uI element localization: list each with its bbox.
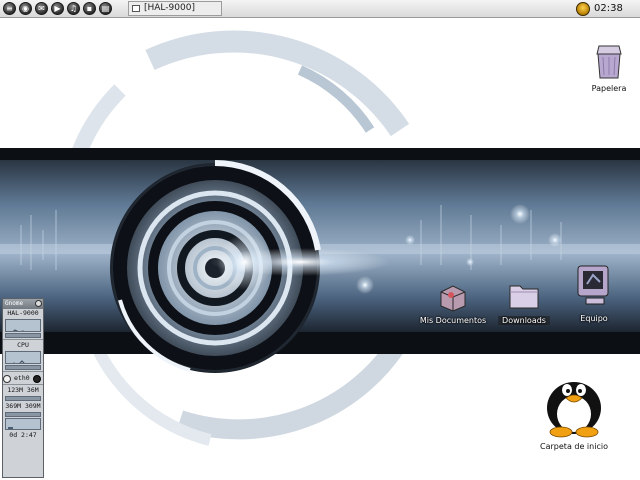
desktop-icon-downloads[interactable]: Downloads	[498, 278, 550, 325]
trash-label: Papelera	[591, 84, 627, 93]
documents-box-icon	[440, 285, 466, 312]
cpu-bar	[5, 365, 41, 370]
monitor-divider	[3, 371, 43, 372]
top-panel: ≡ ◉ ✉ ▶ ♫ ▪ ▤ [HAL-9000] 02:38	[0, 0, 640, 18]
monitor-divider	[3, 339, 43, 340]
system-monitor-widget[interactable]: Gnome HAL-9000 CPU eth0 123M 36M 369M 30…	[2, 298, 44, 478]
host-load-sparkline	[12, 329, 25, 331]
net-tx-led-icon	[33, 375, 41, 383]
terminal-icon[interactable]: ▪	[83, 2, 96, 15]
media-player-icon[interactable]: ▶	[51, 2, 64, 15]
disk-graph	[5, 418, 41, 430]
monitor-titlebar[interactable]: Gnome	[3, 299, 43, 309]
computer-icon	[577, 265, 609, 305]
host-load-bar	[5, 333, 41, 338]
uptime: 0d 2:47	[9, 431, 37, 439]
app-menu-icon[interactable]: ≡	[3, 2, 16, 15]
desktop-icon-documents[interactable]: Mis Documentos	[418, 282, 488, 325]
monitor-divider	[3, 384, 43, 385]
monitor-title: Gnome	[5, 300, 24, 307]
trash-icon	[596, 45, 622, 79]
folder-icon	[509, 285, 539, 309]
cpu-graph	[5, 351, 41, 364]
notification-tray-icon[interactable]	[576, 2, 590, 16]
documents-label: Mis Documentos	[419, 316, 487, 325]
browser-icon[interactable]: ◉	[19, 2, 32, 15]
desktop-icon-computer[interactable]: Equipo	[570, 262, 618, 323]
host-load-graph	[5, 319, 41, 332]
clock[interactable]: 02:38	[594, 3, 623, 14]
disk-sparkline	[8, 427, 13, 429]
office-icon[interactable]: ▤	[99, 2, 112, 15]
computer-label: Equipo	[580, 314, 608, 323]
memory-bar	[5, 396, 41, 401]
home-folder-label: Carpeta de inicio	[540, 442, 608, 451]
mail-icon[interactable]: ✉	[35, 2, 48, 15]
net-rx-led-icon	[3, 375, 11, 383]
swap-usage: 369M 309M	[5, 402, 41, 410]
swap-bar	[5, 412, 41, 417]
window-icon	[132, 5, 140, 12]
taskbar-window-button[interactable]: [HAL-9000]	[128, 1, 222, 16]
music-icon[interactable]: ♫	[67, 2, 80, 15]
downloads-label: Downloads	[498, 316, 550, 325]
cpu-sparkline	[13, 360, 25, 363]
desktop-icon-trash[interactable]: Papelera	[586, 38, 632, 93]
taskbar-window-label: [HAL-9000]	[144, 3, 195, 13]
monitor-hostname: HAL-9000	[7, 309, 39, 317]
close-icon[interactable]	[35, 300, 42, 307]
network-row: eth0	[3, 373, 43, 383]
memory-usage: 123M 36M	[7, 386, 39, 394]
desktop-icon-home[interactable]: Carpeta de inicio	[534, 372, 614, 451]
cpu-label: CPU	[17, 341, 29, 349]
tux-penguin-icon	[547, 382, 601, 438]
